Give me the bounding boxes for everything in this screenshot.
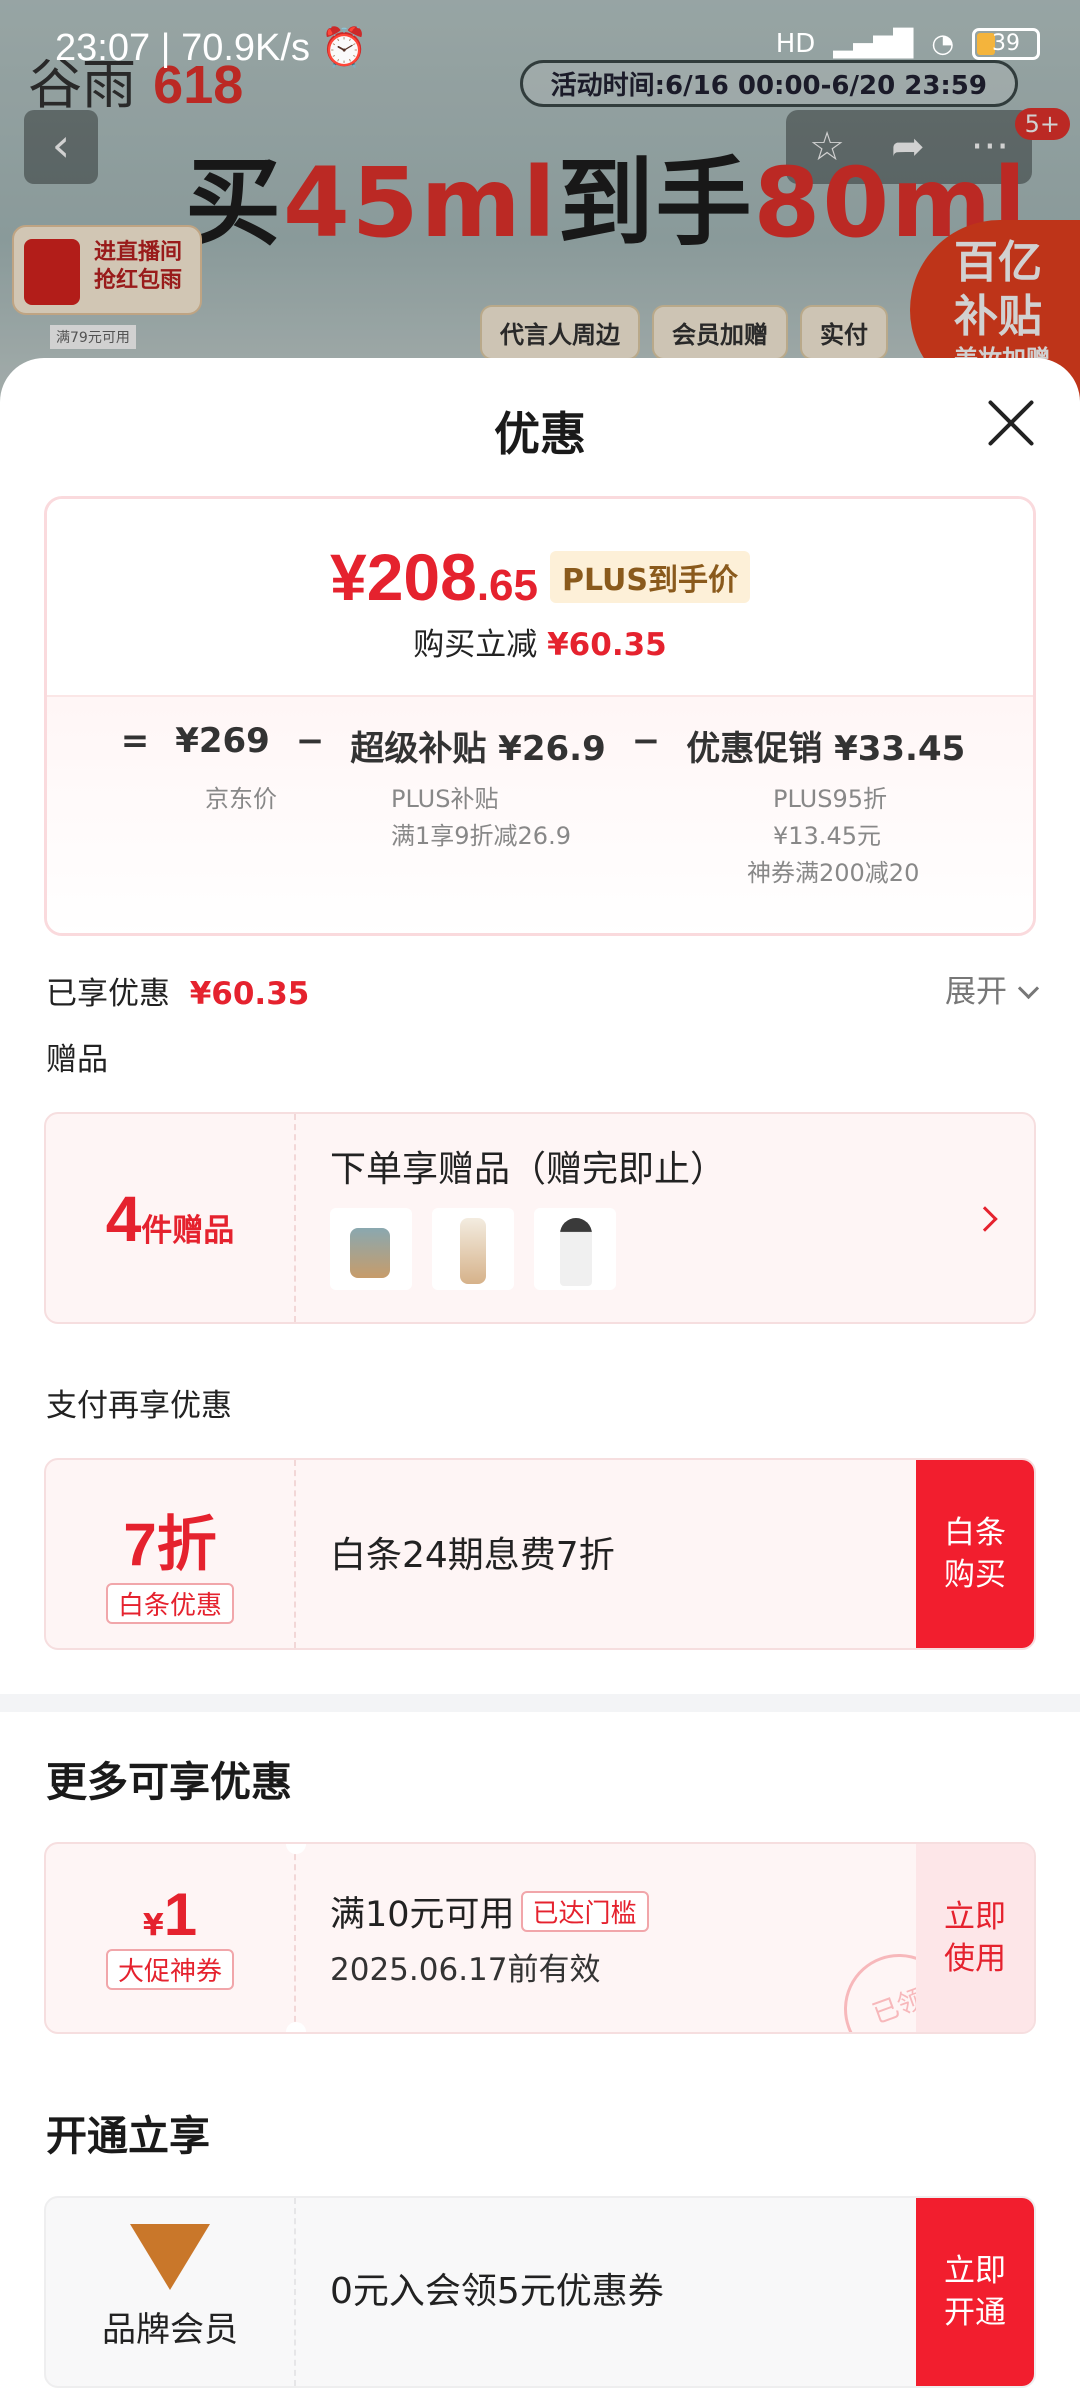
subsidy-note: PLUS补贴 满1享9折减26.9 <box>391 785 571 850</box>
coupon-card: ¥1 大促神券 满10元可用 已达门槛 2025.06.17前有效 已领 立即 使… <box>44 1842 1036 2034</box>
membership-card: 品牌会员 0元入会领5元优惠券 立即 开通 <box>44 2196 1036 2388</box>
status-time: 23:07 | 70.9K/s ⏰ <box>55 27 368 69</box>
discount-sheet: 优惠 ¥208.65 PLUS到手价 购买立减 ¥60.35 = ¥269 − … <box>0 358 1080 2400</box>
price-formula: = ¥269 − 超级补贴 ¥26.9 − 优惠促销 ¥33.45 京东价 PL… <box>47 695 1033 933</box>
sheet-title: 优惠 <box>494 407 586 461</box>
gift-thumbnail <box>330 1208 412 1290</box>
final-price: ¥208.65 <box>329 540 538 614</box>
chevron-right-icon <box>972 1206 998 1232</box>
baitiao-tag: 白条优惠 <box>105 1583 234 1624</box>
network-label: HD <box>775 29 816 59</box>
super-subsidy: 超级补贴 ¥26.9 <box>350 729 606 769</box>
status-icons: HD ▂▄▆█ ◔ 39 <box>776 28 1040 60</box>
formula-minus: − <box>295 721 325 761</box>
gift-section-title: 赠品 <box>46 1042 108 1078</box>
promo-note: PLUS95折 ¥13.45元 神券满200减20 <box>747 785 920 887</box>
brand-logo-icon <box>130 2224 210 2290</box>
member-desc: 0元入会领5元优惠券 <box>330 2271 664 2312</box>
pay-section-title: 支付再享优惠 <box>46 1388 232 1424</box>
wifi-icon: ◔ <box>931 29 954 59</box>
close-icon[interactable] <box>986 398 1036 448</box>
coupon-value-block: ¥1 大促神券 <box>46 1844 296 2032</box>
coupon-tag: 大促神券 <box>105 1949 234 1990</box>
status-bar: 23:07 | 70.9K/s ⏰ HD ▂▄▆█ ◔ 39 <box>0 18 1080 78</box>
jd-price-note: 京东价 <box>205 785 277 813</box>
coupon-expiry: 2025.06.17前有效 <box>330 1952 601 1988</box>
alarm-icon: ⏰ <box>320 27 368 69</box>
expand-button[interactable]: 展开 <box>945 966 1036 1011</box>
battery-icon: 39 <box>972 28 1040 60</box>
gift-thumbnail <box>432 1208 514 1290</box>
instant-discount: 购买立减 ¥60.35 <box>413 627 667 663</box>
baitiao-buy-button[interactable]: 白条 购买 <box>916 1460 1034 1648</box>
coupon-condition: 满10元可用 已达门槛 <box>330 1886 649 1937</box>
promo-discount: 优惠促销 ¥33.45 <box>686 729 966 769</box>
plus-price-tag: PLUS到手价 <box>550 551 751 603</box>
price-breakdown-card: ¥208.65 PLUS到手价 购买立减 ¥60.35 = ¥269 − 超级补… <box>44 496 1036 936</box>
member-brand-block: 品牌会员 <box>46 2198 296 2386</box>
signal-icon: ▂▄▆█ <box>833 29 914 59</box>
baitiao-card: 7折 白条优惠 白条24期息费7折 白条 购买 <box>44 1458 1036 1650</box>
baitiao-discount-block: 7折 白条优惠 <box>46 1460 296 1648</box>
baitiao-desc: 白条24期息费7折 <box>330 1535 615 1576</box>
more-discounts-title: 更多可享优惠 <box>46 1758 292 1806</box>
gift-thumbnails <box>330 1208 616 1290</box>
use-now-button[interactable]: 立即 使用 <box>916 1844 1034 2032</box>
threshold-badge: 已达门槛 <box>520 1891 649 1932</box>
jd-price: ¥269 <box>175 721 270 761</box>
gift-thumbnail <box>534 1208 616 1290</box>
gift-count-block: 4件赠品 <box>46 1114 296 1322</box>
enjoyed-discount: 已享优惠 ¥60.35 <box>46 976 310 1012</box>
membership-title: 开通立享 <box>46 2112 210 2160</box>
member-name: 品牌会员 <box>102 2310 238 2350</box>
gift-card[interactable]: 4件赠品 下单享赠品（赠完即止） <box>44 1112 1036 1324</box>
section-divider <box>0 1694 1080 1712</box>
coupon-notch <box>286 2022 306 2032</box>
formula-equals: = <box>120 721 150 761</box>
formula-minus: − <box>631 721 661 761</box>
gift-title: 下单享赠品（赠完即止） <box>330 1149 727 1190</box>
join-member-button[interactable]: 立即 开通 <box>916 2198 1034 2386</box>
